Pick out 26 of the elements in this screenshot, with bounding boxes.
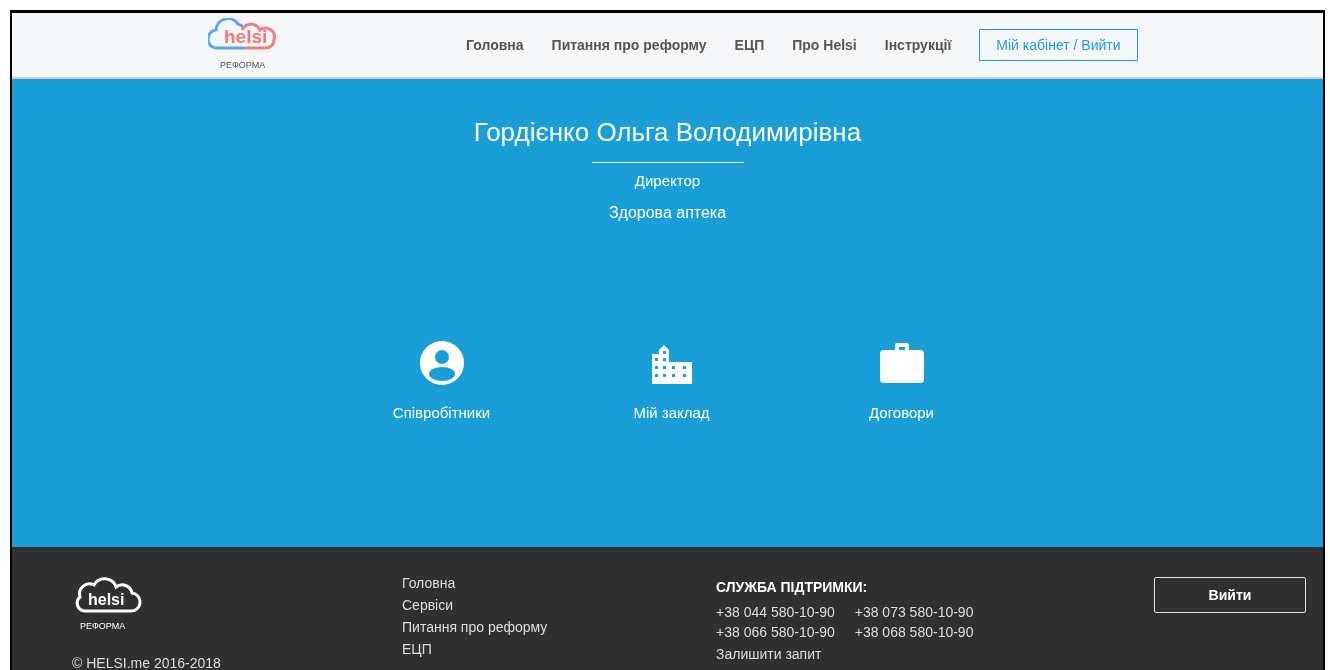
phone-number: +38 044 580-10-90 — [716, 604, 835, 620]
footer-link[interactable]: Питання про реформу — [402, 619, 716, 635]
logo-wordmark: helsi — [88, 591, 125, 609]
nav-link[interactable]: Про Helsi — [792, 37, 857, 53]
footer-link[interactable]: Сервіси — [402, 597, 716, 613]
request-link[interactable]: Залишити запит — [716, 646, 1154, 662]
nav-link[interactable]: Інструкції — [884, 37, 952, 53]
nav-link[interactable]: Питання про реформу — [551, 37, 707, 53]
footer-link[interactable]: Головна — [402, 575, 716, 591]
logout-button[interactable]: Вийти — [1154, 577, 1306, 613]
user-name: Гордієнко Ольга Володимирівна — [473, 117, 862, 148]
logo-caption: РЕФОРМА — [80, 621, 126, 631]
copyright-text: © HELSI.me 2016-2018 — [72, 655, 222, 670]
user-position: Директор — [634, 172, 701, 189]
nav-link[interactable]: ЕЦП — [734, 37, 765, 53]
nav-link[interactable]: Головна — [466, 37, 524, 53]
briefcase-icon — [878, 340, 925, 386]
organization-name: Здорова аптека — [608, 204, 727, 222]
phone-number: +38 073 580-10-90 — [854, 604, 974, 620]
phone-number: +38 066 580-10-90 — [716, 624, 835, 640]
person-icon — [418, 340, 465, 386]
logo-wordmark: helsi — [224, 26, 268, 48]
footer-link[interactable]: ЕЦП — [402, 641, 716, 657]
logo-caption: РЕФОРМА — [220, 60, 266, 70]
phone-number: +38 068 580-10-90 — [854, 624, 974, 640]
support-heading: СЛУЖБА ПІДТРИМКИ: — [716, 579, 869, 595]
